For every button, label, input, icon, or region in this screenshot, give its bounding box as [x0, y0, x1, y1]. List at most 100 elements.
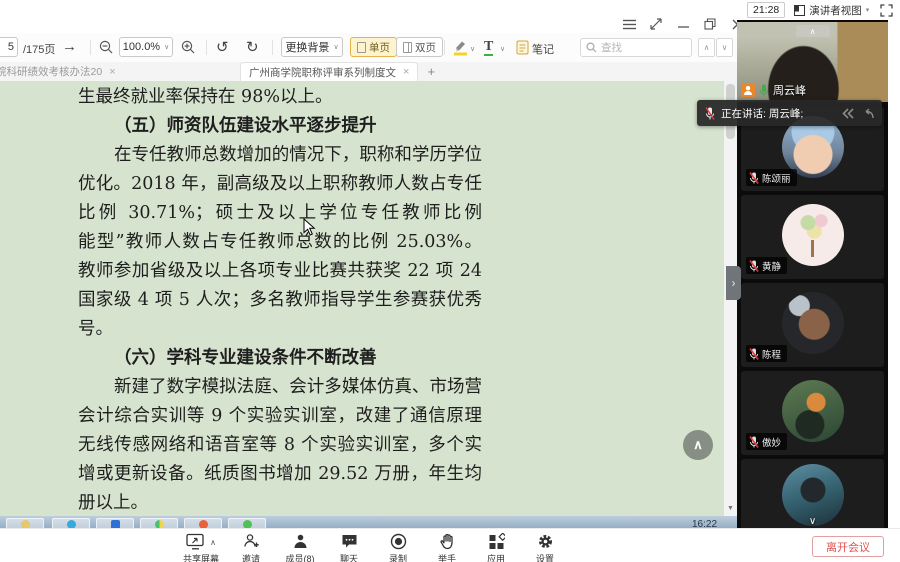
control-label: 邀请	[242, 552, 260, 562]
scroll-participants-down-icon[interactable]: ∨	[809, 516, 816, 527]
record-icon	[390, 533, 407, 550]
doc-line: 优化。2018 年，副高级及以上职称教师人数占专任教师总数的	[78, 170, 482, 199]
control-label: 应用	[487, 552, 505, 562]
invite-button[interactable]: 邀请	[234, 533, 268, 562]
participant-name: 傲妙	[762, 435, 781, 449]
host-badge-icon	[741, 83, 755, 97]
record-button[interactable]: 录制	[381, 533, 415, 562]
redo-icon[interactable]: ↻	[246, 38, 259, 56]
participant-tile[interactable]: ∨	[741, 459, 884, 530]
zoom-level-value: 100.0%	[123, 41, 160, 53]
find-previous-button[interactable]: ∧	[698, 38, 715, 57]
chat-button[interactable]: 聊天	[332, 533, 366, 562]
back-to-top-button[interactable]: ∧	[683, 430, 713, 460]
doc-line: 会计综合实训等 9 个实验实训室，改建了通信原理与传感器、	[78, 402, 482, 431]
zoom-out-icon[interactable]	[99, 40, 114, 55]
minimize-icon[interactable]	[676, 17, 690, 31]
double-page-label: 双页	[415, 40, 436, 55]
change-background-label: 更换背景	[285, 39, 329, 55]
control-label: 聊天	[340, 552, 358, 562]
share-options-chevron-icon[interactable]: ∧	[210, 538, 216, 547]
speaker-label: 周云峰	[741, 82, 806, 98]
members-button[interactable]: 成员(8)	[283, 533, 317, 562]
raise-hand-icon	[439, 533, 455, 550]
participant-label: 陈程	[746, 345, 787, 362]
scroll-down-arrow-icon[interactable]: ▼	[727, 505, 734, 512]
page-number-field[interactable]	[0, 41, 14, 53]
invite-icon	[243, 533, 260, 550]
members-icon	[293, 533, 308, 550]
fullscreen-window-icon[interactable]	[649, 17, 663, 31]
participant-label: 黄静	[746, 257, 787, 274]
chat-icon	[341, 533, 358, 550]
change-background-button[interactable]: 更换背景∨	[281, 37, 343, 57]
document-text: 生最终就业率保持在 98%以上。 （五）师资队伍建设水平逐步提升 在专任教师总数…	[78, 83, 482, 517]
tab-close-icon[interactable]: ×	[403, 66, 409, 78]
settings-button[interactable]: 设置	[528, 533, 562, 562]
participant-tile[interactable]: 陈程	[741, 283, 884, 367]
single-page-label: 单页	[369, 40, 390, 55]
new-tab-button[interactable]: +	[418, 62, 444, 81]
share-screen-icon	[186, 533, 205, 550]
zoom-level-select[interactable]: 100.0% ∨	[119, 37, 173, 57]
tab-label: 广州商学院职称评审系列制度文	[249, 65, 396, 80]
page-total-label: /175页	[23, 41, 55, 57]
highlighter-icon[interactable]	[452, 39, 468, 56]
mic-muted-icon	[749, 172, 759, 184]
chevron-down-icon[interactable]: ∨	[470, 45, 475, 53]
single-page-icon	[357, 42, 366, 53]
note-icon[interactable]	[516, 40, 529, 55]
participant-tile[interactable]: 黄静	[741, 195, 884, 279]
participant-label: 陈颂丽	[746, 169, 797, 186]
view-mode-dropdown[interactable]: 演讲者视图 ▾	[794, 3, 869, 18]
doc-line: 在专任教师总数增加的情况下，职称和学历学位结构不断	[78, 141, 482, 170]
doc-line: 国家级 4 项 5 人次；多名教师指导学生参赛获优秀指导教师称	[78, 286, 482, 315]
tab-document-2[interactable]: 广州商学院职称评审系列制度文 ×	[240, 62, 418, 81]
note-label[interactable]: 笔记	[532, 41, 554, 57]
find-next-button[interactable]: ∨	[716, 38, 733, 57]
tab-document-1[interactable]: 院科研绩效考核办法20×	[0, 62, 240, 81]
doc-heading: （六）学科专业建设条件不断改善	[78, 344, 482, 373]
collapse-panel-handle[interactable]: ›	[726, 266, 741, 300]
find-input[interactable]	[601, 42, 671, 54]
double-page-button[interactable]: 双页	[396, 37, 443, 57]
mic-muted-icon	[749, 260, 759, 272]
speaker-video[interactable]: ∧ 周云峰	[737, 22, 888, 102]
doc-line: 增或更新设备。纸质图书增加 29.52 万册，年生均进书量在 4	[78, 460, 482, 489]
avatar	[782, 292, 844, 354]
undo-icon[interactable]: ↺	[216, 38, 229, 56]
document-page[interactable]: 生最终就业率保持在 98%以上。 （五）师资队伍建设水平逐步提升 在专任教师总数…	[0, 81, 723, 517]
collapse-toast-icon[interactable]	[842, 108, 855, 119]
zoom-in-icon[interactable]	[181, 40, 196, 55]
chevron-down-icon: ∨	[164, 43, 169, 51]
single-page-button[interactable]: 单页	[350, 37, 397, 57]
find-box[interactable]	[580, 38, 692, 57]
mic-on-icon	[759, 84, 769, 97]
restore-icon[interactable]	[703, 17, 717, 31]
mouse-cursor	[303, 218, 316, 237]
doc-line: 教师参加省级及以上各项专业比赛共获奖 22 项 24 人次，其中	[78, 257, 482, 286]
video-panel: ∧ 周云峰 陈颂丽 黄静 陈程	[737, 20, 888, 530]
menu-icon[interactable]	[622, 17, 636, 31]
leave-meeting-button[interactable]: 离开会议	[812, 536, 884, 557]
next-page-icon[interactable]: →	[62, 38, 77, 55]
tab-close-icon[interactable]: ×	[109, 66, 115, 78]
mic-muted-icon	[705, 107, 715, 120]
reply-icon[interactable]	[862, 108, 874, 119]
raise-hand-button[interactable]: 举手	[430, 533, 464, 562]
control-label: 共享屏幕	[183, 552, 219, 562]
mic-muted-icon	[749, 436, 759, 448]
speaking-toast-text: 正在讲话: 周云峰;	[721, 106, 803, 121]
participant-tile[interactable]: 傲妙	[741, 371, 884, 455]
text-tool-icon[interactable]: T	[484, 39, 493, 56]
panel-fullscreen-icon[interactable]	[880, 4, 893, 17]
page-number-input[interactable]	[0, 37, 18, 57]
doc-line: 册以上。	[78, 489, 482, 517]
collapse-speaker-button[interactable]: ∧	[796, 25, 830, 37]
apps-button[interactable]: 应用	[479, 533, 513, 562]
pdf-toolbar: /175页 → 100.0%∨ ↺ ↻ 更换背景∨ 单页 双页 ∨ T ∨ 笔记…	[0, 33, 737, 62]
chevron-down-icon[interactable]: ∨	[500, 45, 505, 53]
control-label: 举手	[438, 552, 456, 562]
share-screen-button[interactable]: ∧ 共享屏幕	[183, 533, 219, 562]
meeting-panel-topbar: 21:28 演讲者视图 ▾	[737, 0, 900, 20]
